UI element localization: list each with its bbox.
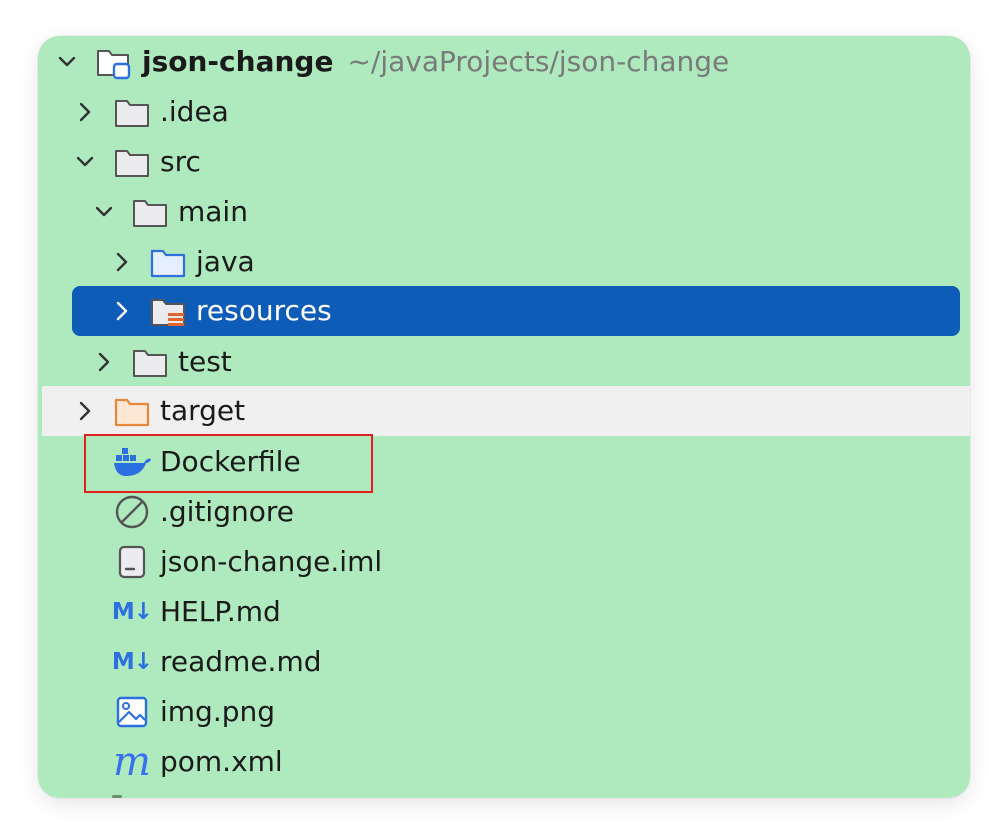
tree-item-label: img.png xyxy=(160,695,276,728)
chevron-down-icon[interactable] xyxy=(90,198,118,226)
tree-row-main[interactable]: main xyxy=(38,187,970,237)
tree-item-label: src xyxy=(160,145,201,178)
tree-row-pom-xml[interactable]: m pom.xml xyxy=(38,737,970,787)
tree-item-label: readme.md xyxy=(160,645,322,678)
ignore-icon xyxy=(112,492,152,532)
chevron-right-icon[interactable] xyxy=(71,397,99,425)
tree-item-label: java xyxy=(196,245,255,278)
tree-item-label: .gitignore xyxy=(160,495,294,528)
tree-row-resources[interactable]: resources xyxy=(72,286,960,336)
folder-icon xyxy=(112,142,152,182)
markdown-icon: M↓ xyxy=(111,649,153,675)
project-path: ~/javaProjects/json-change xyxy=(347,45,730,78)
source-folder-icon xyxy=(148,242,188,282)
partial-row-indicator xyxy=(112,795,122,798)
chevron-right-icon[interactable] xyxy=(71,98,99,126)
module-folder-icon xyxy=(94,42,134,82)
module-file-icon xyxy=(112,542,152,582)
chevron-right-icon[interactable] xyxy=(90,348,118,376)
tree-item-label: main xyxy=(178,195,248,228)
tree-row-help-md[interactable]: M↓ HELP.md xyxy=(38,587,970,637)
resources-folder-icon xyxy=(148,291,188,331)
tree-item-label: .idea xyxy=(160,95,229,128)
tree-row-java[interactable]: java xyxy=(38,237,970,287)
tree-row-readme-md[interactable]: M↓ readme.md xyxy=(38,637,970,687)
tree-item-label: target xyxy=(160,394,246,427)
markdown-icon: M↓ xyxy=(111,599,153,625)
project-tree-panel: json-change ~/javaProjects/json-change .i… xyxy=(38,36,970,798)
tree-item-label: json-change.iml xyxy=(160,545,383,578)
chevron-down-icon[interactable] xyxy=(71,148,99,176)
project-name: json-change xyxy=(142,45,334,78)
tree-row-target[interactable]: target xyxy=(42,386,970,436)
tree-row-img-png[interactable]: img.png xyxy=(38,687,970,737)
maven-icon: m xyxy=(113,739,151,785)
tree-row-gitignore[interactable]: .gitignore xyxy=(38,487,970,537)
tree-row-src[interactable]: src xyxy=(38,137,970,187)
tree-row-root[interactable]: json-change ~/javaProjects/json-change xyxy=(38,37,970,87)
chevron-down-icon[interactable] xyxy=(53,48,81,76)
annotation-highlight-box xyxy=(84,434,373,493)
tree-row-idea[interactable]: .idea xyxy=(38,87,970,137)
image-icon xyxy=(112,692,152,732)
tree-row-iml[interactable]: json-change.iml xyxy=(38,537,970,587)
tree-item-label: HELP.md xyxy=(160,595,281,628)
folder-icon xyxy=(130,342,170,382)
chevron-right-icon[interactable] xyxy=(108,297,136,325)
folder-icon xyxy=(112,92,152,132)
tree-item-label: resources xyxy=(196,294,332,327)
chevron-right-icon[interactable] xyxy=(108,248,136,276)
excluded-folder-icon xyxy=(112,391,152,431)
tree-row-test[interactable]: test xyxy=(38,337,970,387)
folder-icon xyxy=(130,192,170,232)
tree-item-label: pom.xml xyxy=(160,745,283,778)
tree-item-label: test xyxy=(178,345,232,378)
